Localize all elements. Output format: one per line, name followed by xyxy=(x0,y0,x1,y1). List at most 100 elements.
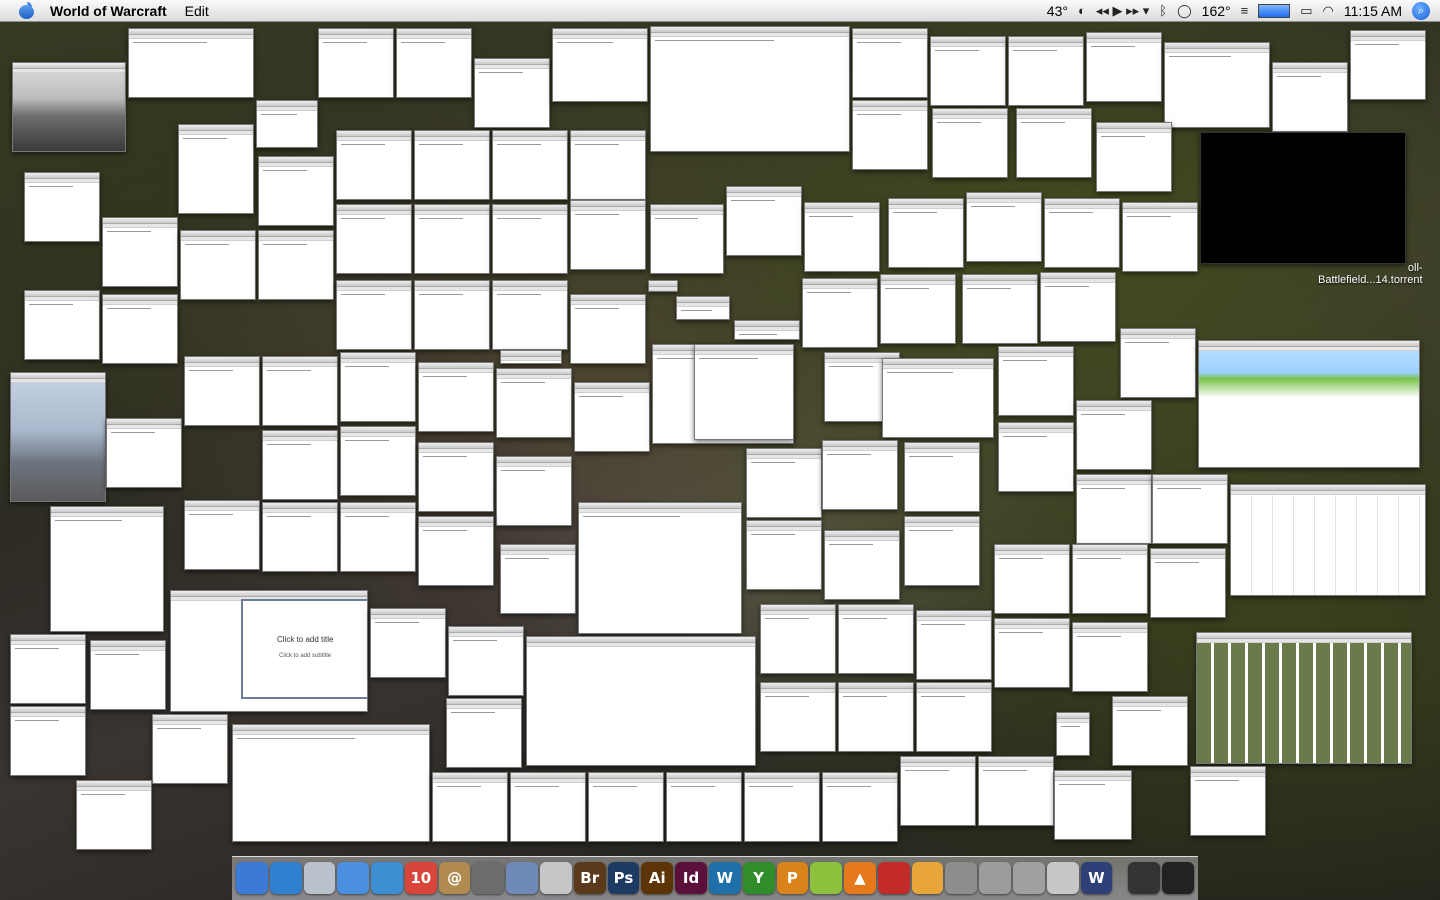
cpu-temperature-readout[interactable]: 162° xyxy=(1202,3,1231,19)
window-thumbnail[interactable] xyxy=(12,62,126,152)
dock-address-book-icon[interactable]: @ xyxy=(438,862,471,894)
dock-stack-1-icon[interactable] xyxy=(1128,862,1161,894)
window-thumbnail[interactable] xyxy=(492,204,568,274)
dock-world-of-warcraft-icon[interactable]: W xyxy=(1080,862,1113,894)
window-thumbnail[interactable] xyxy=(106,418,182,488)
window-thumbnail[interactable] xyxy=(10,706,86,776)
window-thumbnail[interactable] xyxy=(822,440,898,510)
window-thumbnail[interactable] xyxy=(744,772,820,842)
window-thumbnail[interactable] xyxy=(932,108,1008,178)
window-thumbnail[interactable] xyxy=(1096,122,1172,192)
window-thumbnail[interactable] xyxy=(1056,712,1090,756)
slide-canvas[interactable]: Click to add title Click to add subtitle xyxy=(241,599,367,699)
window-thumbnail[interactable] xyxy=(994,544,1070,614)
window-thumbnail[interactable] xyxy=(570,294,646,364)
window-thumbnail[interactable] xyxy=(10,634,86,704)
display-icon[interactable]: ▭ xyxy=(1300,3,1312,19)
window-thumbnail[interactable] xyxy=(916,682,992,752)
window-thumbnail[interactable] xyxy=(1072,544,1148,614)
window-thumbnail[interactable] xyxy=(184,500,260,570)
window-thumbnail[interactable] xyxy=(526,636,756,766)
window-thumbnail[interactable] xyxy=(1076,474,1152,544)
window-thumbnail[interactable] xyxy=(962,274,1038,344)
window-thumbnail[interactable] xyxy=(474,58,550,128)
window-thumbnail[interactable] xyxy=(510,772,586,842)
window-thumbnail[interactable] xyxy=(1016,108,1092,178)
window-thumbnail[interactable] xyxy=(178,124,254,214)
window-thumbnail[interactable] xyxy=(904,516,980,586)
window-thumbnail[interactable] xyxy=(496,368,572,438)
window-thumbnail[interactable] xyxy=(24,290,100,360)
window-thumbnail[interactable] xyxy=(432,772,508,842)
window-thumbnail[interactable] xyxy=(574,382,650,452)
window-thumbnail[interactable] xyxy=(1198,340,1420,468)
window-thumbnail[interactable] xyxy=(180,230,256,300)
window-thumbnail[interactable] xyxy=(824,530,900,600)
window-thumbnail[interactable] xyxy=(418,516,494,586)
window-thumbnail[interactable] xyxy=(24,172,100,242)
dock-safari-icon[interactable] xyxy=(269,862,302,894)
edit-menu[interactable]: Edit xyxy=(185,3,209,19)
window-thumbnail[interactable] xyxy=(888,198,964,268)
window-thumbnail[interactable] xyxy=(1086,32,1162,102)
window-thumbnail[interactable] xyxy=(258,156,334,226)
window-thumbnail[interactable] xyxy=(500,350,562,364)
window-thumbnail[interactable] xyxy=(916,610,992,680)
window-thumbnail[interactable] xyxy=(262,430,338,500)
window-thumbnail[interactable] xyxy=(340,352,416,422)
window-thumbnail[interactable] xyxy=(1122,202,1198,272)
window-thumbnail[interactable] xyxy=(370,608,446,678)
window-thumbnail[interactable] xyxy=(492,130,568,200)
window-thumbnail[interactable]: Click to add title Click to add subtitle xyxy=(170,590,368,712)
window-thumbnail[interactable] xyxy=(10,372,106,502)
dock-finder-icon[interactable] xyxy=(236,862,268,894)
window-thumbnail[interactable] xyxy=(760,682,836,752)
window-thumbnail[interactable] xyxy=(414,204,490,274)
dock-itunes-icon[interactable] xyxy=(371,862,403,894)
window-thumbnail[interactable] xyxy=(414,280,490,350)
window-thumbnail[interactable] xyxy=(650,204,724,274)
window-thumbnail[interactable] xyxy=(880,274,956,344)
window-thumbnail[interactable] xyxy=(852,100,928,170)
dock-app-green-icon[interactable]: Y xyxy=(742,862,775,894)
window-thumbnail[interactable] xyxy=(1054,770,1132,840)
window-thumbnail[interactable] xyxy=(838,604,914,674)
window-thumbnail[interactable] xyxy=(1200,132,1406,264)
window-thumbnail[interactable] xyxy=(76,780,152,850)
window-thumbnail[interactable] xyxy=(1072,622,1148,692)
window-thumbnail[interactable] xyxy=(966,192,1042,262)
dock-ichat-icon[interactable] xyxy=(337,862,370,894)
window-thumbnail[interactable] xyxy=(258,230,334,300)
dock-photoshop-icon[interactable]: Ps xyxy=(607,862,640,894)
window-thumbnail[interactable] xyxy=(978,756,1054,826)
window-thumbnail[interactable] xyxy=(336,204,412,274)
window-thumbnail[interactable] xyxy=(1076,400,1152,470)
window-thumbnail[interactable] xyxy=(734,320,800,340)
window-thumbnail[interactable] xyxy=(1008,36,1084,106)
window-thumbnail[interactable] xyxy=(340,426,416,496)
window-thumbnail[interactable] xyxy=(128,28,254,98)
window-thumbnail[interactable] xyxy=(694,344,794,440)
window-thumbnail[interactable] xyxy=(1040,272,1116,342)
window-thumbnail[interactable] xyxy=(802,278,878,348)
window-thumbnail[interactable] xyxy=(152,714,228,784)
window-thumbnail[interactable] xyxy=(1230,484,1426,596)
dock-illustrator-icon[interactable]: Ai xyxy=(641,862,674,894)
window-thumbnail[interactable] xyxy=(414,130,490,200)
window-thumbnail[interactable] xyxy=(232,724,430,842)
window-thumbnail[interactable] xyxy=(50,506,164,632)
wifi-icon[interactable]: ◠ xyxy=(1323,3,1334,19)
window-thumbnail[interactable] xyxy=(998,422,1074,492)
window-thumbnail[interactable] xyxy=(648,280,678,292)
window-thumbnail[interactable] xyxy=(676,296,730,320)
window-thumbnail[interactable] xyxy=(1112,696,1188,766)
dock-app-docs-icon[interactable] xyxy=(1046,862,1079,894)
window-thumbnail[interactable] xyxy=(262,502,338,572)
window-thumbnail[interactable] xyxy=(184,356,260,426)
slide-title-placeholder[interactable]: Click to add title xyxy=(277,635,333,644)
dock-app-red-icon[interactable] xyxy=(877,862,910,894)
memory-meter-icon[interactable]: ≡ xyxy=(1241,3,1249,18)
window-thumbnail[interactable] xyxy=(418,442,494,512)
window-thumbnail[interactable] xyxy=(492,280,568,350)
window-thumbnail[interactable] xyxy=(822,772,898,842)
